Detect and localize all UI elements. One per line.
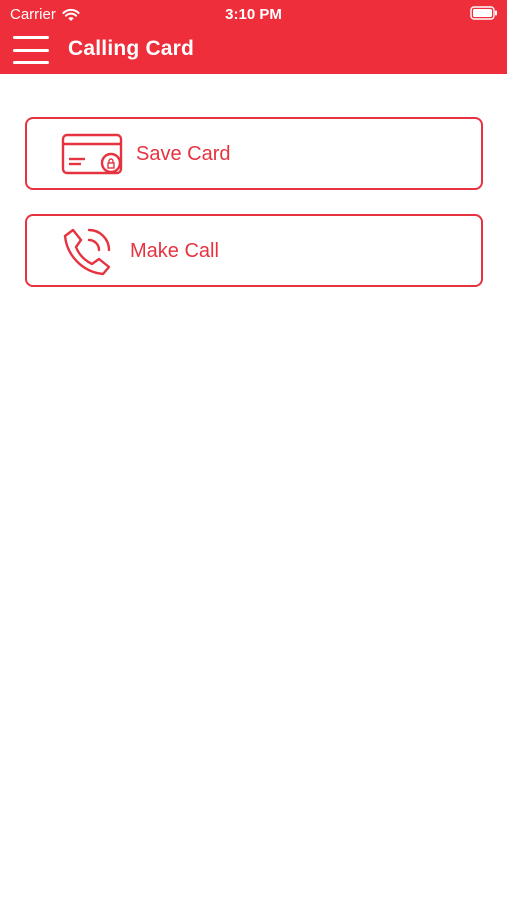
hamburger-menu-icon[interactable] bbox=[13, 36, 49, 64]
app-header: Carrier 3:10 PM Calling Card bbox=[0, 0, 507, 74]
menu-line bbox=[13, 36, 49, 39]
page-title: Calling Card bbox=[68, 37, 195, 60]
battery-icon bbox=[470, 6, 497, 20]
navigation-bar: Calling Card bbox=[0, 28, 507, 74]
menu-line bbox=[13, 61, 49, 64]
phone-call-icon bbox=[63, 228, 111, 276]
credit-card-icon bbox=[61, 133, 123, 175]
save-card-button[interactable]: Save Card bbox=[25, 117, 483, 190]
make-call-label: Make Call bbox=[130, 240, 219, 262]
status-time: 3:10 PM bbox=[225, 6, 282, 23]
save-card-label: Save Card bbox=[136, 143, 231, 165]
status-bar: Carrier 3:10 PM bbox=[0, 0, 507, 28]
menu-line bbox=[13, 48, 49, 52]
make-call-button[interactable]: Make Call bbox=[25, 214, 483, 287]
